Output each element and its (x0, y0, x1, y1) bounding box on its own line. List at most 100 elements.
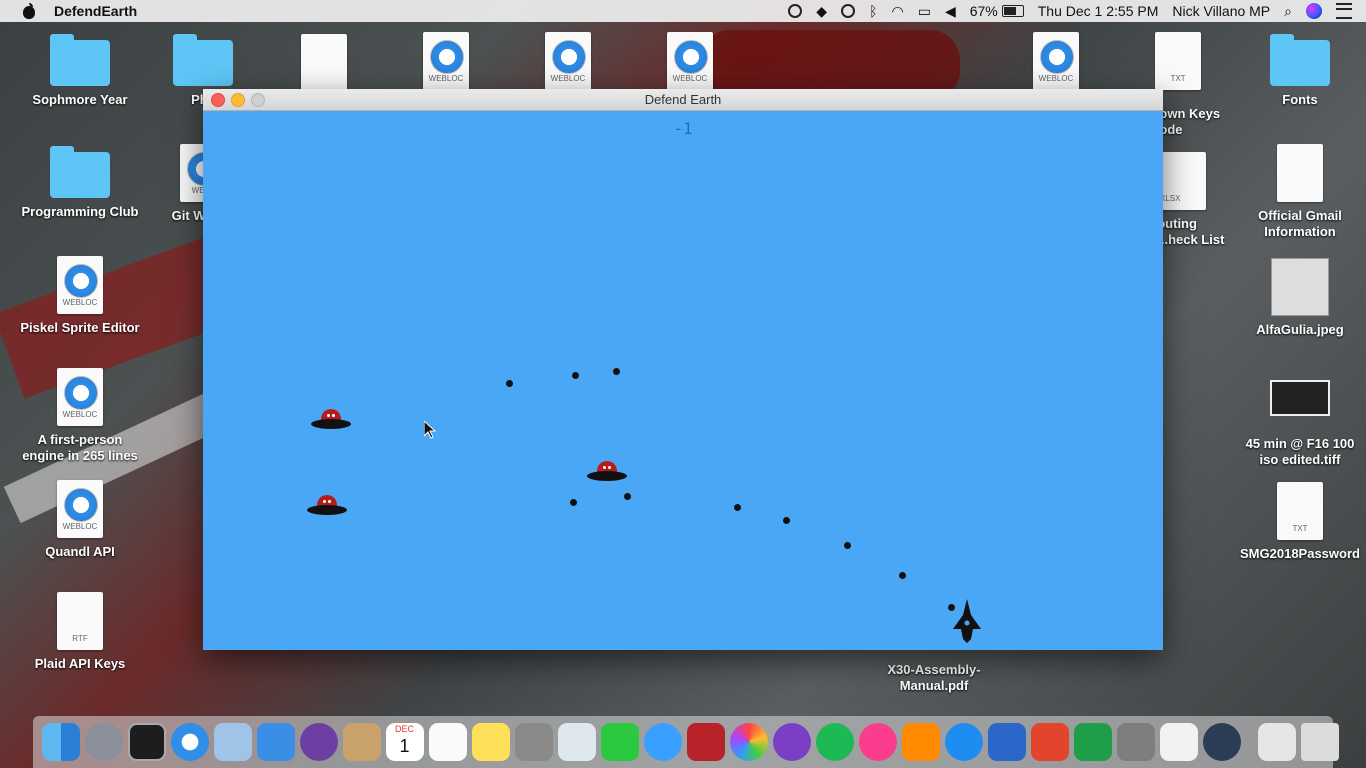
desktop-icon-webloc-2[interactable]: WEBLOC (508, 32, 628, 90)
spotlight-icon[interactable]: ⌕ (1284, 3, 1292, 20)
minimize-button[interactable] (231, 93, 245, 107)
photos-icon[interactable] (729, 723, 768, 761)
bluetooth-icon[interactable]: ᛒ (869, 3, 877, 19)
desktop-icon-scouting-checklist[interactable]: XLSX couting e...heck List (1150, 152, 1246, 248)
powerpoint-icon[interactable] (1030, 723, 1069, 761)
app-store-icon[interactable] (944, 723, 983, 761)
webloc-icon: WEBLOC (1033, 32, 1079, 90)
desktop-icon-quandl[interactable]: WEBLOC Quandl API (20, 480, 140, 560)
webloc-icon: WEBLOC (545, 32, 591, 90)
reminders-icon[interactable] (428, 723, 467, 761)
system-preferences-icon[interactable] (1116, 723, 1155, 761)
record-icon[interactable] (788, 4, 803, 18)
desktop-icon-programming-club[interactable]: Programming Club (20, 146, 140, 220)
desktop-icon-webloc-1[interactable]: WEBLOC (386, 32, 506, 90)
airplay-icon[interactable]: ▭ (918, 3, 931, 20)
wifi-icon[interactable]: ◠ (891, 3, 903, 20)
battery-icon (1001, 5, 1024, 17)
xcode-icon[interactable] (256, 723, 295, 761)
desktop-icon-webloc-3[interactable]: WEBLOC (630, 32, 750, 90)
icon-label: Fonts (1282, 92, 1318, 107)
icon-label: A first-person engine in 265 lines (22, 432, 138, 463)
word-icon[interactable] (987, 723, 1026, 761)
battery-status[interactable]: 67% (970, 3, 1024, 19)
spotify-icon[interactable] (815, 723, 854, 761)
projectile (570, 499, 577, 506)
dropbox-icon[interactable]: ◆ (816, 3, 827, 20)
projectile (899, 572, 906, 579)
imovie-icon[interactable] (772, 723, 811, 761)
mouse-cursor-icon (424, 421, 436, 439)
quicktime-icon[interactable] (1202, 723, 1241, 761)
desktop-icon-first-person-engine[interactable]: WEBLOC A first-person engine in 265 line… (20, 368, 140, 464)
volume-icon[interactable]: ◀ (945, 3, 956, 20)
launchpad-icon[interactable] (84, 723, 123, 761)
itunes-icon[interactable] (858, 723, 897, 761)
document-icon (301, 34, 347, 92)
clock[interactable]: Thu Dec 1 2:55 PM (1038, 3, 1159, 19)
webloc-icon: WEBLOC (57, 256, 103, 314)
icon-label: Sophmore Year (32, 92, 128, 107)
image-thumbnail-icon (1271, 258, 1329, 316)
desktop-icon-sophmore-year[interactable]: Sophmore Year (20, 34, 140, 108)
excel-icon[interactable] (1073, 723, 1112, 761)
java-icon[interactable] (1159, 723, 1198, 761)
trash-icon[interactable] (1300, 723, 1339, 761)
desktop-icon-alfagulia[interactable]: AlfaGulia.jpeg (1240, 258, 1360, 338)
folder-icon (173, 34, 233, 86)
finder-icon[interactable] (41, 723, 80, 761)
zoom-button[interactable] (251, 93, 265, 107)
calculator-icon[interactable] (514, 723, 553, 761)
desktop-icon-x30-manual[interactable]: X30-Assembly-Manual.pdf (874, 652, 994, 694)
webloc-icon: WEBLOC (423, 32, 469, 90)
safari-icon[interactable] (170, 723, 209, 761)
defend-earth-window[interactable]: Defend Earth -1 (203, 89, 1163, 650)
enemy-ufo (587, 461, 627, 485)
image-thumbnail-icon (1270, 380, 1330, 416)
menu-bar: DefendEarth ◆ ᛒ ◠ ▭ ◀ 67% Thu Dec 1 2:55… (0, 0, 1366, 22)
facetime-icon[interactable] (600, 723, 639, 761)
desktop-icon-official-gmail[interactable]: Official Gmail Information (1240, 144, 1360, 240)
desktop-icon-down-keys-code[interactable]: Down Keys Code (1150, 100, 1240, 138)
window-title: Defend Earth (644, 92, 722, 107)
projectile (844, 542, 851, 549)
time-machine-icon[interactable] (841, 4, 856, 18)
score-display: -1 (673, 119, 693, 138)
github-icon[interactable] (299, 723, 338, 761)
photo-booth-icon[interactable] (686, 723, 725, 761)
siri-icon[interactable] (1306, 3, 1322, 19)
notification-center-icon[interactable] (1336, 3, 1352, 19)
battery-percent: 67% (969, 3, 998, 19)
desktop-icon-smg-password[interactable]: TXT SMG2018Password (1240, 482, 1360, 562)
desktop-icon-fonts[interactable]: Fonts (1240, 34, 1360, 108)
desktop-icon-piskel[interactable]: WEBLOC Piskel Sprite Editor (20, 256, 140, 336)
close-button[interactable] (211, 93, 225, 107)
terminal-icon[interactable] (127, 723, 166, 761)
messages-icon[interactable] (643, 723, 682, 761)
projectile (624, 493, 631, 500)
icon-label: Plaid API Keys (34, 656, 126, 671)
desktop-icon-plaid[interactable]: RTF Plaid API Keys (20, 592, 140, 672)
apple-menu-icon[interactable] (22, 3, 36, 19)
desktop-icon-document[interactable] (264, 34, 384, 92)
calendar-icon[interactable]: DEC 1 (385, 723, 424, 761)
desktop-icon-txt[interactable]: TXT (1118, 32, 1238, 90)
notes-icon[interactable] (471, 723, 510, 761)
downloads-stack-icon[interactable] (1257, 723, 1296, 761)
app-menu[interactable]: DefendEarth (54, 3, 137, 19)
box-icon[interactable] (213, 723, 252, 761)
icon-label: Programming Club (21, 204, 139, 219)
webloc-icon: WEBLOC (57, 368, 103, 426)
player-spaceship (953, 599, 981, 643)
icon-label: Down Keys Code (1150, 106, 1221, 137)
contacts-icon[interactable] (342, 723, 381, 761)
ibooks-icon[interactable] (901, 723, 940, 761)
dock: DEC 1 (33, 716, 1339, 768)
user-menu[interactable]: Nick Villano MP (1172, 3, 1270, 19)
desktop-icon-f16-tiff[interactable]: 45 min @ F16 100 iso edited.tiff (1240, 380, 1360, 468)
game-canvas[interactable]: -1 (203, 111, 1163, 650)
window-titlebar[interactable]: Defend Earth (203, 89, 1163, 111)
desktop-icon-webloc-4[interactable]: WEBLOC (996, 32, 1116, 90)
preview-icon[interactable] (557, 723, 596, 761)
document-icon (1277, 144, 1323, 202)
